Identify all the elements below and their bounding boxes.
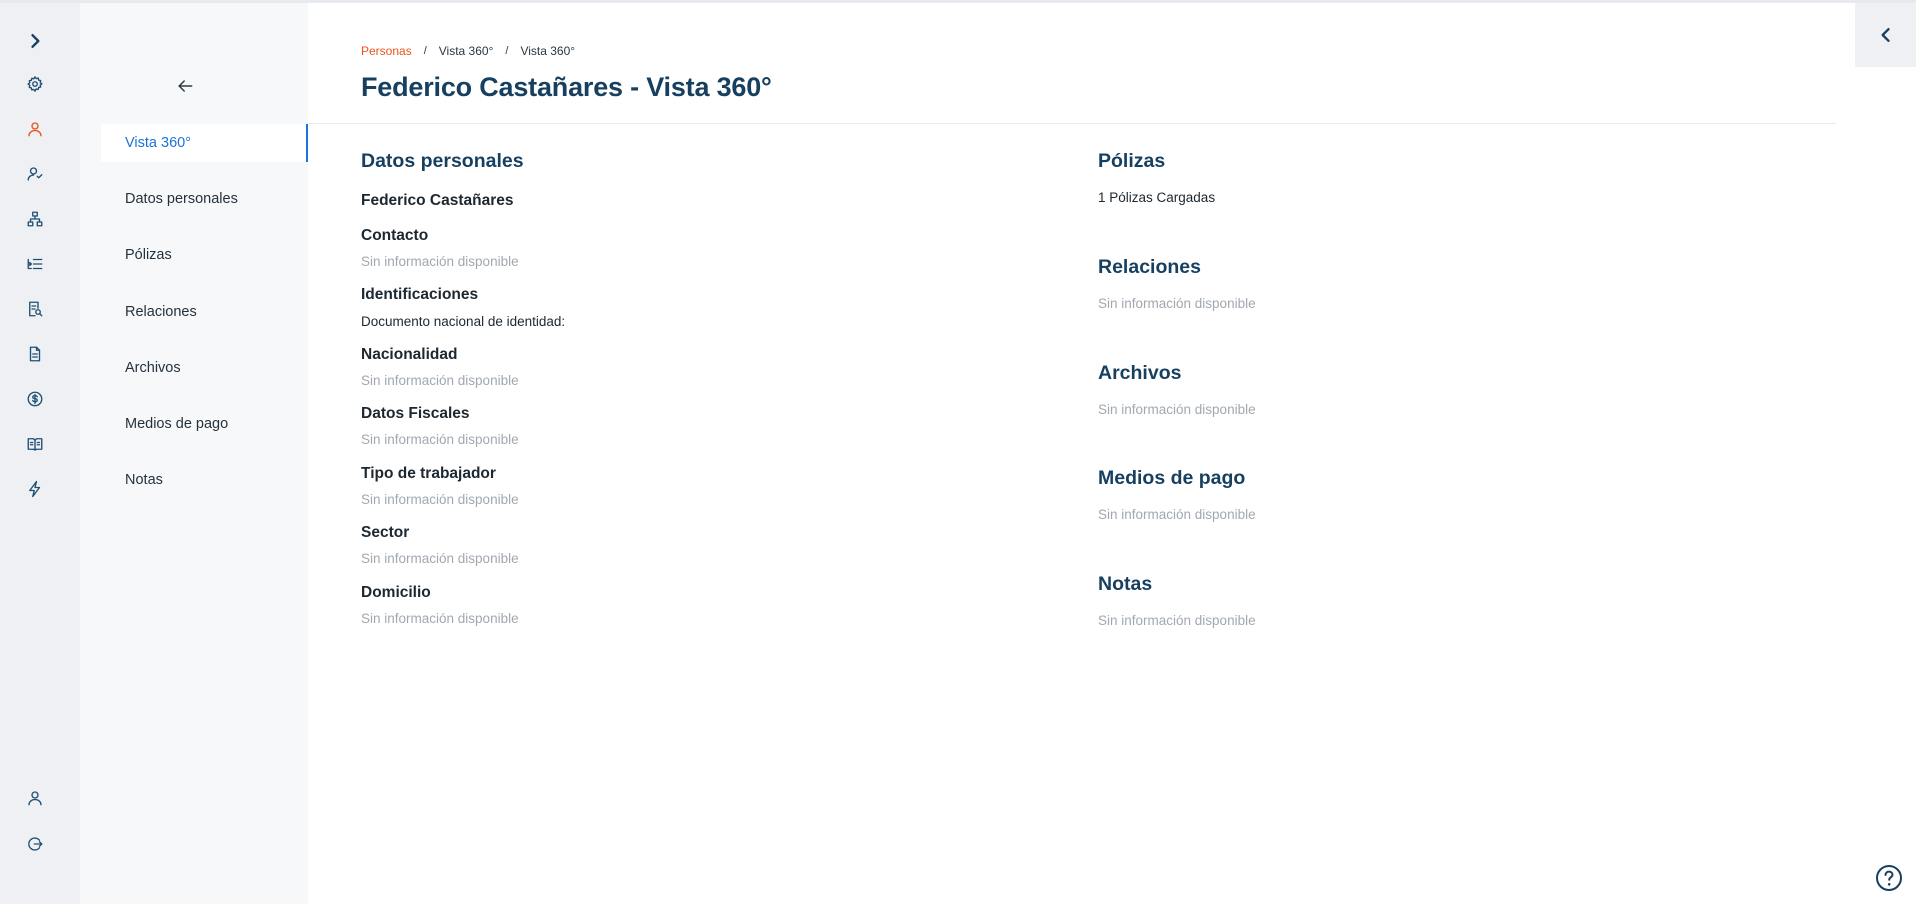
field-label-domicilio: Domicilio (361, 584, 431, 601)
section-value-notas: Sin información disponible (1098, 613, 1256, 628)
book-icon[interactable] (22, 431, 48, 457)
section-title-notas: Notas (1098, 573, 1153, 595)
field-value-identificaciones: Documento nacional de identidad: (361, 314, 566, 329)
field-value-sector: Sin información disponible (361, 551, 519, 566)
page-title: Federico Castañares - Vista 360° (361, 72, 772, 102)
flow-icon[interactable] (22, 251, 48, 277)
section-value-archivos: Sin información disponible (1098, 402, 1256, 417)
user-profile-icon[interactable] (22, 785, 48, 811)
icon-rail (0, 3, 80, 904)
section-nav: Vista 360° Datos personales Pólizas Rela… (80, 3, 308, 904)
section-title-medios-de-pago: Medios de pago (1098, 467, 1246, 489)
field-label-nacionalidad: Nacionalidad (361, 346, 458, 363)
breadcrumb-current: Vista 360° (520, 44, 576, 58)
nav-item-polizas[interactable]: Pólizas (101, 236, 308, 274)
field-label-identificaciones: Identificaciones (361, 286, 479, 303)
field-label-tipo-de-trabajador: Tipo de trabajador (361, 465, 496, 482)
breadcrumb-separator: / (423, 45, 427, 57)
field-label-datos-fiscales: Datos Fiscales (361, 405, 470, 422)
nav-item-medios-de-pago[interactable]: Medios de pago (101, 405, 308, 443)
lightning-icon[interactable] (22, 476, 48, 502)
person-name: Federico Castañares (361, 192, 514, 209)
field-value-contacto: Sin información disponible (361, 254, 519, 269)
nav-item-relaciones[interactable]: Relaciones (101, 293, 308, 331)
nav-item-notas[interactable]: Notas (101, 461, 308, 499)
nav-item-vista-360[interactable]: Vista 360° (101, 124, 308, 162)
logout-icon[interactable] (22, 831, 48, 857)
field-value-datos-fiscales: Sin información disponible (361, 432, 519, 447)
section-value-medios-de-pago: Sin información disponible (1098, 507, 1256, 522)
header-divider (308, 123, 1836, 124)
nav-item-archivos[interactable]: Archivos (101, 349, 308, 387)
field-value-domicilio: Sin información disponible (361, 611, 519, 626)
section-title-relaciones: Relaciones (1098, 256, 1201, 278)
people-icon[interactable] (22, 161, 48, 187)
section-value-polizas: 1 Pólizas Cargadas (1098, 190, 1216, 205)
field-value-nacionalidad: Sin información disponible (361, 373, 519, 388)
breadcrumb: Personas / Vista 360° / Vista 360° (361, 44, 575, 58)
collapse-panel-button[interactable] (1855, 3, 1916, 67)
breadcrumb-separator: / (505, 45, 509, 57)
field-value-tipo-de-trabajador: Sin información disponible (361, 492, 519, 507)
breadcrumb-personas[interactable]: Personas (361, 44, 412, 58)
breadcrumb-vista-360[interactable]: Vista 360° (439, 44, 494, 58)
document-icon[interactable] (22, 341, 48, 367)
report-icon[interactable] (22, 296, 48, 322)
gear-icon[interactable] (22, 71, 48, 97)
dollar-icon[interactable] (22, 386, 48, 412)
section-title-polizas: Pólizas (1098, 150, 1166, 172)
field-label-sector: Sector (361, 524, 410, 541)
personal-data-title: Datos personales (361, 150, 524, 172)
expand-icon[interactable] (22, 28, 48, 54)
org-chart-icon[interactable] (22, 206, 48, 232)
section-title-archivos: Archivos (1098, 362, 1182, 384)
field-label-contacto: Contacto (361, 227, 429, 244)
person-icon[interactable] (22, 116, 48, 142)
chevron-left-icon (1881, 28, 1890, 42)
nav-item-datos-personales[interactable]: Datos personales (101, 180, 308, 218)
section-value-relaciones: Sin información disponible (1098, 296, 1256, 311)
back-arrow-icon[interactable] (170, 71, 200, 101)
help-icon[interactable] (1875, 864, 1903, 892)
